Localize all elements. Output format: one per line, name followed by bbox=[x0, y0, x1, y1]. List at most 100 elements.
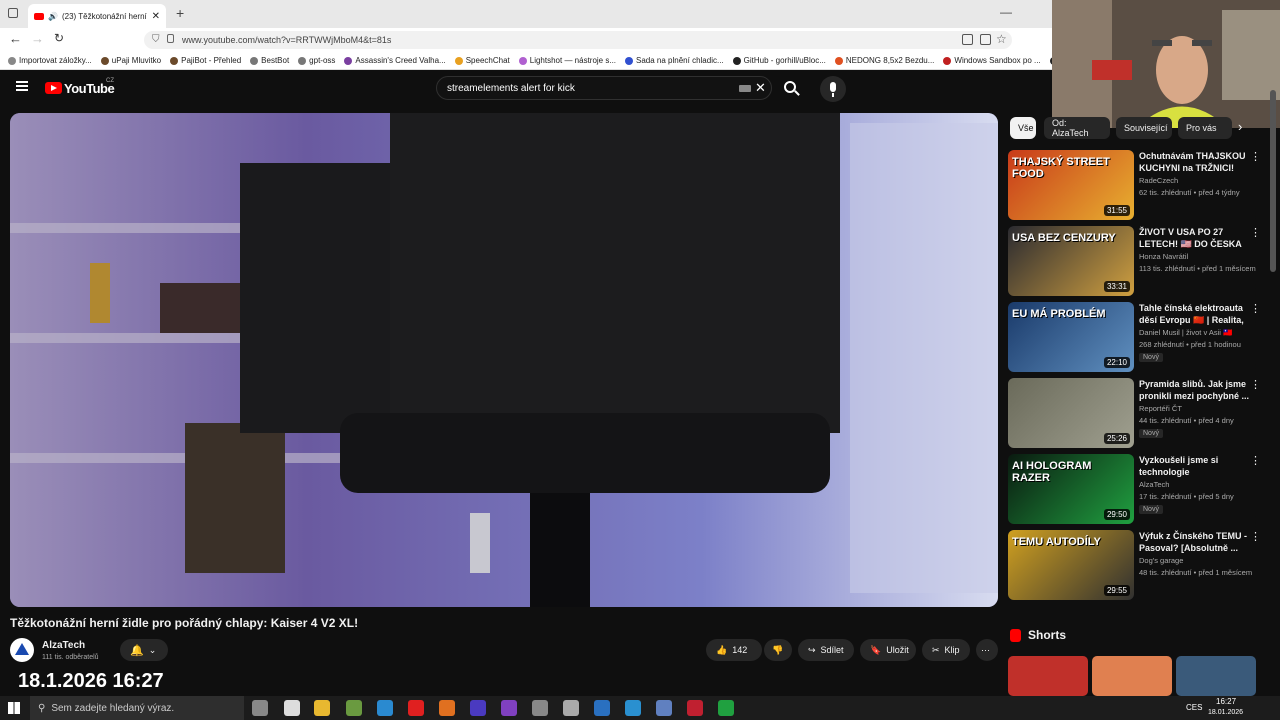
channel-name[interactable]: RadeCzech bbox=[1139, 176, 1178, 185]
more-options-icon[interactable]: ⋮ bbox=[1250, 530, 1261, 543]
save-button[interactable]: 🔖 Uložit bbox=[860, 639, 916, 661]
channel-name[interactable]: AlzaTech bbox=[1139, 480, 1169, 489]
bookmark-item[interactable]: GitHub - gorhill/uBloc... bbox=[732, 56, 826, 65]
app-icon[interactable] bbox=[470, 700, 486, 716]
video-thumbnail[interactable]: 25:26 bbox=[1008, 378, 1134, 448]
youtube-logo-icon[interactable] bbox=[45, 82, 62, 94]
bookmark-item[interactable]: Assassin's Creed Valha... bbox=[344, 56, 446, 65]
recommended-video[interactable]: EU MÁ PROBLÉM 22:10 Tahle čínská elektroau… bbox=[1008, 302, 1261, 374]
app-icon[interactable] bbox=[501, 700, 517, 716]
bookmark-star-icon[interactable]: ☆ bbox=[996, 32, 1007, 46]
shorts-thumb[interactable] bbox=[1008, 656, 1088, 696]
lock-icon[interactable] bbox=[167, 34, 174, 43]
bookmark-item[interactable]: gpt-oss bbox=[298, 56, 335, 65]
more-options-icon[interactable]: ⋮ bbox=[1250, 454, 1261, 467]
save-icon[interactable] bbox=[656, 700, 672, 716]
video-title[interactable]: Vyzkoušeli jsme si technologie budoucnos… bbox=[1139, 454, 1251, 478]
browser-tab-active[interactable]: 🔊 (23) Těžkotonážní herní židle ✕ bbox=[28, 4, 166, 28]
filter-chip[interactable]: Od: AlzaTech bbox=[1044, 117, 1110, 139]
language-indicator[interactable]: CES bbox=[1186, 703, 1202, 712]
notification-bell-button[interactable]: 🔔 ⌄ bbox=[120, 639, 168, 661]
video-title[interactable]: ŽIVOT V USA PO 27 LETECH! 🇺🇸 DO ČESKA S.… bbox=[1139, 226, 1251, 250]
filter-chip[interactable]: Související bbox=[1116, 117, 1172, 139]
more-options-icon[interactable]: ⋮ bbox=[1250, 378, 1261, 391]
bookmark-item[interactable]: BestBot bbox=[250, 56, 289, 65]
clock-date[interactable]: 18.01.2026 bbox=[1208, 709, 1243, 716]
recommended-video[interactable]: THAJSKÝ STREET FOOD 31:55 Ochutnávám THAJS… bbox=[1008, 150, 1261, 222]
opera-icon[interactable] bbox=[408, 700, 424, 716]
file-explorer-icon[interactable] bbox=[314, 700, 330, 716]
video-title[interactable]: Tahle čínská elektroauta děsí Evropu 🇨🇳 … bbox=[1139, 302, 1251, 326]
app-icon[interactable] bbox=[563, 700, 579, 716]
video-thumbnail[interactable]: AI HOLOGRAM RAZER 29:50 bbox=[1008, 454, 1134, 524]
channel-avatar[interactable] bbox=[10, 638, 34, 662]
shorts-thumb[interactable] bbox=[1176, 656, 1256, 696]
video-title[interactable]: Ochutnávám THAJSKOU KUCHYNI na TRŽNICI! … bbox=[1139, 150, 1251, 174]
recommended-video[interactable]: TEMU AUTODÍLY 29:55 Výfuk z Čínského TEMU … bbox=[1008, 530, 1261, 602]
video-thumbnail[interactable]: USA BEZ CENZURY 33:31 bbox=[1008, 226, 1134, 296]
bookmark-item[interactable]: Importovat záložky... bbox=[8, 56, 92, 65]
video-title[interactable]: Výfuk z Čínského TEMU - Pasoval? [Absolu… bbox=[1139, 530, 1251, 554]
task-view-icon[interactable] bbox=[252, 700, 268, 716]
app-icon[interactable] bbox=[687, 700, 703, 716]
video-title[interactable]: Pyramida slibů. Jak jsme pronikli mezi p… bbox=[1139, 378, 1251, 402]
keyboard-icon[interactable] bbox=[739, 85, 751, 92]
reader-view-icon[interactable] bbox=[962, 34, 973, 45]
video-player[interactable] bbox=[10, 113, 998, 607]
channel-name[interactable]: Daniel Musil | život v Asii 🇹🇼 bbox=[1139, 328, 1232, 337]
app-icon[interactable] bbox=[625, 700, 641, 716]
app-icon[interactable] bbox=[718, 700, 734, 716]
recommended-video[interactable]: 25:26 Pyramida slibů. Jak jsme pronikli m… bbox=[1008, 378, 1261, 450]
shorts-thumb[interactable] bbox=[1092, 656, 1172, 696]
shield-icon[interactable]: ⛉ bbox=[152, 34, 160, 45]
channel-name[interactable]: Honza Navrátil bbox=[1139, 252, 1188, 261]
tab-list-icon[interactable] bbox=[8, 8, 18, 18]
new-tab-icon[interactable]: + bbox=[176, 5, 184, 21]
bookmark-item[interactable]: Sada na plnění chladic... bbox=[625, 56, 724, 65]
video-thumbnail[interactable]: EU MÁ PROBLÉM 22:10 bbox=[1008, 302, 1134, 372]
search-input[interactable]: streamelements alert for kick ✕ bbox=[436, 76, 772, 100]
voice-search-icon[interactable] bbox=[820, 76, 846, 102]
back-icon[interactable]: ← bbox=[9, 31, 22, 46]
menu-icon[interactable] bbox=[16, 81, 28, 91]
video-thumbnail[interactable]: TEMU AUTODÍLY 29:55 bbox=[1008, 530, 1134, 600]
forward-icon[interactable]: → bbox=[31, 31, 44, 46]
channel-name[interactable]: Dog's garage bbox=[1139, 556, 1183, 565]
chips-next-icon[interactable]: › bbox=[1238, 119, 1242, 134]
firefox-icon[interactable] bbox=[439, 700, 455, 716]
close-tab-icon[interactable]: ✕ bbox=[152, 11, 160, 22]
clip-button[interactable]: ✂ Klip bbox=[922, 639, 970, 661]
clear-search-icon[interactable]: ✕ bbox=[755, 80, 766, 96]
share-button[interactable]: ↪ Sdílet bbox=[798, 639, 854, 661]
more-options-icon[interactable]: ⋮ bbox=[1250, 226, 1261, 239]
speaker-icon[interactable]: 🔊 bbox=[48, 12, 58, 21]
bookmark-item[interactable]: PajiBot - Přehled bbox=[170, 56, 241, 65]
app-icon[interactable] bbox=[594, 700, 610, 716]
app-icon[interactable] bbox=[284, 700, 300, 716]
recommended-video[interactable]: USA BEZ CENZURY 33:31 ŽIVOT V USA PO 27 LE… bbox=[1008, 226, 1261, 298]
bookmark-item[interactable]: Windows Sandbox po ... bbox=[943, 56, 1041, 65]
recommended-video[interactable]: AI HOLOGRAM RAZER 29:50 Vyzkoušeli jsme si… bbox=[1008, 454, 1261, 526]
more-actions-button[interactable]: ⋯ bbox=[976, 639, 998, 661]
bookmark-item[interactable]: SpeechChat bbox=[454, 56, 510, 65]
like-button[interactable]: 👍 142 bbox=[706, 639, 762, 661]
store-icon[interactable] bbox=[346, 700, 362, 716]
windows-start-icon[interactable] bbox=[8, 702, 20, 714]
bookmark-item[interactable]: NEDONG 8,5x2 Bezdu... bbox=[834, 56, 934, 65]
app-icon[interactable] bbox=[532, 700, 548, 716]
filter-chip[interactable]: Pro vás bbox=[1178, 117, 1232, 139]
minimize-icon[interactable]: — bbox=[1000, 5, 1012, 19]
scrollbar[interactable] bbox=[1270, 90, 1276, 272]
bookmark-item[interactable]: Lightshot — nástroje s... bbox=[518, 56, 616, 65]
reload-icon[interactable]: ↻ bbox=[54, 31, 64, 45]
dislike-button[interactable]: 👎 bbox=[764, 639, 792, 661]
more-options-icon[interactable]: ⋮ bbox=[1250, 302, 1261, 315]
channel-name[interactable]: Reportéři ČT bbox=[1139, 404, 1182, 413]
clock-time[interactable]: 16:27 bbox=[1216, 697, 1236, 706]
more-options-icon[interactable]: ⋮ bbox=[1250, 150, 1261, 163]
bookmark-item[interactable]: uPaji Mluvitko bbox=[100, 56, 161, 65]
save-page-icon[interactable] bbox=[980, 34, 991, 45]
filter-chip[interactable]: Vše bbox=[1010, 117, 1036, 139]
url-bar[interactable]: ⛉ www.youtube.com/watch?v=RRTWWjMboM4&t=… bbox=[144, 31, 1012, 49]
channel-name[interactable]: AlzaTech bbox=[42, 640, 85, 651]
